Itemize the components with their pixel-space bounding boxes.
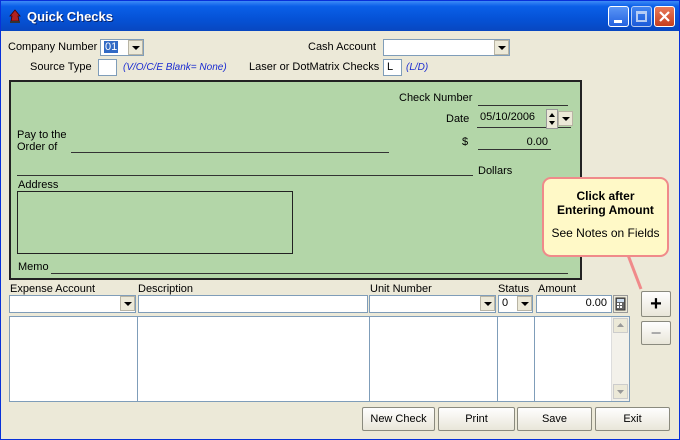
memo-label: Memo: [18, 261, 49, 273]
col-status: Status: [498, 283, 530, 295]
memo-line[interactable]: [51, 273, 568, 274]
minus-icon: −: [650, 323, 662, 343]
callout-line-3: See Notes on Fields: [551, 226, 660, 240]
scroll-down-button[interactable]: [613, 384, 628, 399]
source-type-hint: (V/O/C/E Blank= None): [123, 62, 227, 73]
grid-scrollbar[interactable]: [611, 317, 629, 401]
calculator-button[interactable]: [613, 295, 628, 313]
source-type-label: Source Type: [30, 61, 92, 73]
grid-divider: [369, 317, 370, 401]
laser-dotmatrix-value: L: [387, 61, 394, 73]
company-number-value: 01: [104, 41, 119, 53]
laser-dotmatrix-hint: (L/D): [406, 62, 429, 73]
minimize-icon: [614, 20, 622, 23]
amount-words-line: [17, 175, 473, 176]
date-spinner[interactable]: [546, 109, 558, 129]
close-button[interactable]: [654, 6, 675, 27]
calculator-icon: [615, 297, 626, 311]
expense-dropdown-icon[interactable]: [120, 296, 135, 311]
maximize-button[interactable]: [631, 6, 652, 27]
new-check-button[interactable]: New Check: [362, 407, 435, 431]
check-number-label: Check Number: [399, 92, 473, 104]
status-value: 0: [502, 297, 509, 309]
entry-amount-value: 0.00: [585, 297, 607, 309]
status-dropdown-icon[interactable]: [517, 296, 532, 311]
scroll-down-icon: [617, 390, 624, 394]
callout-pointer: [626, 254, 643, 290]
address-label: Address: [18, 179, 59, 191]
col-unit-number: Unit Number: [370, 283, 432, 295]
scroll-up-icon: [617, 323, 624, 327]
pay-to-label-2: Order of: [17, 141, 58, 153]
check-panel: Check Number Date 05/10/2006 $ 0.00 Pay …: [9, 80, 582, 280]
minimize-button[interactable]: [608, 6, 629, 27]
check-number-line: [478, 105, 568, 106]
col-amount: Amount: [538, 283, 576, 295]
scroll-up-button[interactable]: [613, 318, 628, 333]
amount-input[interactable]: 0.00: [536, 295, 612, 313]
lines-grid[interactable]: [9, 316, 630, 402]
date-value: 05/10/2006: [480, 111, 536, 123]
callout-line-1: Click after: [576, 189, 635, 203]
add-line-button[interactable]: +: [641, 291, 671, 317]
company-number-select[interactable]: 01: [100, 39, 144, 56]
save-button[interactable]: Save: [517, 407, 592, 431]
expense-account-select[interactable]: [9, 295, 136, 313]
unit-dropdown-icon[interactable]: [480, 296, 495, 311]
cash-account-select[interactable]: [383, 39, 510, 56]
callout-line-2: Entering Amount: [557, 203, 654, 217]
plus-icon: +: [650, 293, 662, 315]
exit-button[interactable]: Exit: [595, 407, 670, 431]
pay-to-label-1: Pay to the: [17, 129, 67, 141]
description-input[interactable]: [138, 295, 368, 313]
date-dropdown-icon[interactable]: [558, 111, 573, 126]
unit-number-select[interactable]: [369, 295, 496, 313]
dollars-label: Dollars: [478, 165, 513, 177]
col-description: Description: [138, 283, 194, 295]
grid-divider: [137, 317, 138, 401]
source-type-input[interactable]: [98, 59, 117, 76]
callout-note: Click after Entering Amount See Notes on…: [542, 177, 669, 257]
date-label: Date: [446, 113, 470, 125]
remove-line-button[interactable]: −: [641, 321, 671, 345]
window-title: Quick Checks: [27, 9, 113, 24]
payee-line[interactable]: [71, 152, 389, 153]
amount-line: [478, 149, 551, 150]
cash-account-dropdown-icon[interactable]: [494, 40, 509, 55]
company-dropdown-icon[interactable]: [128, 40, 143, 55]
maximize-icon: [636, 11, 647, 22]
print-button[interactable]: Print: [438, 407, 515, 431]
cash-account-label: Cash Account: [308, 41, 376, 53]
spinner-arrows-icon: [549, 113, 555, 125]
address-box[interactable]: [17, 191, 293, 254]
close-icon: [659, 11, 670, 22]
app-icon: [9, 9, 21, 23]
laser-dotmatrix-input[interactable]: L: [383, 59, 402, 76]
quick-checks-window: Quick Checks Company Number 01 Cash Acco…: [0, 0, 680, 440]
status-select[interactable]: 0: [498, 295, 533, 313]
grid-divider: [534, 317, 535, 401]
col-expense-account: Expense Account: [10, 283, 96, 295]
grid-divider: [497, 317, 498, 401]
dollar-sign-label: $: [462, 136, 469, 148]
check-amount-value[interactable]: 0.00: [478, 136, 548, 148]
company-number-label: Company Number: [8, 41, 98, 53]
title-bar: Quick Checks: [1, 1, 679, 31]
laser-dotmatrix-label: Laser or DotMatrix Checks: [249, 61, 380, 73]
